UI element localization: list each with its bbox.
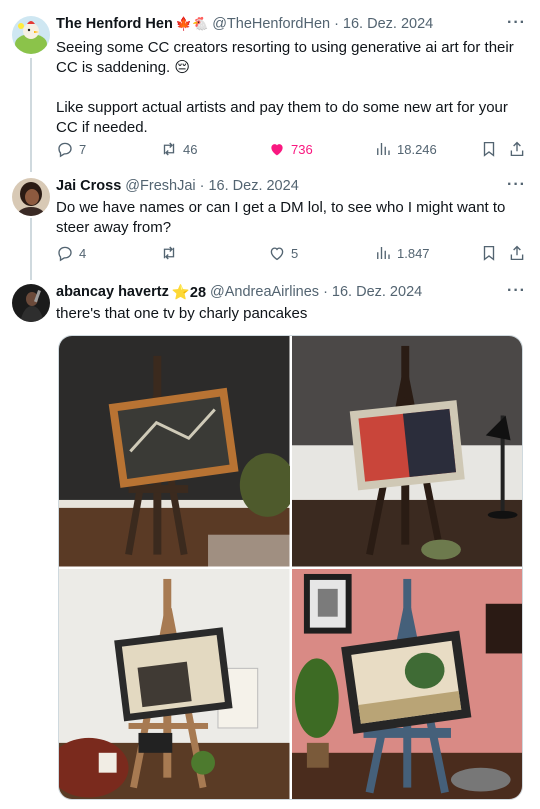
views-icon (377, 247, 390, 259)
share-button[interactable] (508, 140, 526, 158)
display-name[interactable]: The Henford Hen (56, 16, 173, 32)
retweet-count: 46 (183, 141, 198, 157)
reply-count: 7 (79, 141, 87, 157)
tweet-date[interactable]: 16. Dez. 2024 (343, 16, 433, 32)
heart-icon (270, 247, 284, 261)
separator-dot: · (323, 284, 328, 300)
views-button[interactable]: 1.847 (374, 244, 430, 262)
retweet-button[interactable] (160, 244, 183, 262)
like-count: 736 (291, 141, 313, 157)
bookmark-button[interactable] (480, 140, 498, 158)
bookmark-button[interactable] (480, 244, 498, 262)
user-handle[interactable]: @FreshJai (125, 178, 195, 194)
tweet-text: there's that one tv by charly pancakes (56, 305, 308, 322)
avatar[interactable] (12, 284, 50, 322)
media-image[interactable] (291, 568, 522, 799)
views-icon (377, 143, 390, 155)
tweet-header: Jai Cross @FreshJai · 16. Dez. 2024 (56, 176, 526, 196)
views-count: 1.847 (397, 245, 430, 261)
avatar[interactable] (12, 178, 50, 216)
display-name[interactable]: Jai Cross (56, 178, 121, 194)
bookmark-icon (483, 245, 495, 261)
name-badges: 🍁🐔 (175, 16, 209, 31)
more-options-icon[interactable]: ··· (507, 14, 526, 32)
more-options-icon[interactable]: ··· (507, 282, 526, 300)
views-count: 18.246 (397, 141, 437, 157)
retweet-icon (163, 246, 175, 260)
tweet-actions: 4 5 1.847 (56, 244, 526, 264)
reply-icon (58, 142, 72, 158)
tweet-header: abancay havertz ⭐28 @AndreaAirlines · 16… (56, 282, 526, 302)
separator-dot: · (334, 16, 339, 32)
tweet-text-paragraph: Seeing some CC creators resorting to usi… (56, 39, 514, 76)
like-button[interactable]: 5 (268, 244, 298, 262)
like-button[interactable]: 736 (268, 140, 313, 158)
tweet-header: The Henford Hen 🍁🐔 @TheHenfordHen · 16. … (56, 14, 526, 34)
reply-count: 4 (79, 245, 87, 261)
views-button[interactable]: 18.246 (374, 140, 437, 158)
avatar[interactable] (12, 16, 50, 54)
bookmark-icon (483, 141, 495, 157)
tweet[interactable]: abancay havertz ⭐28 @AndreaAirlines · 16… (0, 282, 540, 332)
reply-button[interactable]: 7 (56, 140, 86, 158)
tweet[interactable]: The Henford Hen 🍁🐔 @TheHenfordHen · 16. … (0, 14, 540, 164)
retweet-icon (163, 142, 175, 156)
tweet[interactable]: Jai Cross @FreshJai · 16. Dez. 2024 ··· … (0, 176, 540, 276)
share-icon (510, 141, 524, 157)
tweet-date[interactable]: 16. Dez. 2024 (208, 178, 298, 194)
tweet-date[interactable]: 16. Dez. 2024 (332, 284, 422, 300)
display-name[interactable]: abancay havertz (56, 284, 169, 300)
tweet-text: Do we have names or can I get a DM lol, … (56, 199, 506, 236)
media-image[interactable] (291, 336, 522, 567)
reply-icon (58, 246, 72, 262)
tweet-text: Seeing some CC creators resorting to usi… (56, 38, 526, 138)
user-handle[interactable]: @AndreaAirlines (210, 284, 319, 300)
tweet-text-paragraph: Like support actual artists and pay them… (56, 99, 508, 136)
name-badges: ⭐28 (171, 284, 207, 301)
share-icon (510, 245, 524, 261)
more-options-icon[interactable]: ··· (507, 176, 526, 194)
separator-dot: · (199, 178, 205, 194)
share-button[interactable] (508, 244, 526, 262)
media-image[interactable] (59, 568, 290, 799)
retweet-button[interactable]: 46 (160, 140, 197, 158)
media-grid (58, 335, 523, 800)
user-handle[interactable]: @TheHenfordHen (212, 16, 330, 32)
media-image[interactable] (59, 336, 290, 567)
like-count: 5 (291, 245, 299, 261)
heart-filled-icon (271, 144, 283, 156)
reply-button[interactable]: 4 (56, 244, 86, 262)
tweet-actions: 7 46 736 18.246 (56, 140, 526, 160)
